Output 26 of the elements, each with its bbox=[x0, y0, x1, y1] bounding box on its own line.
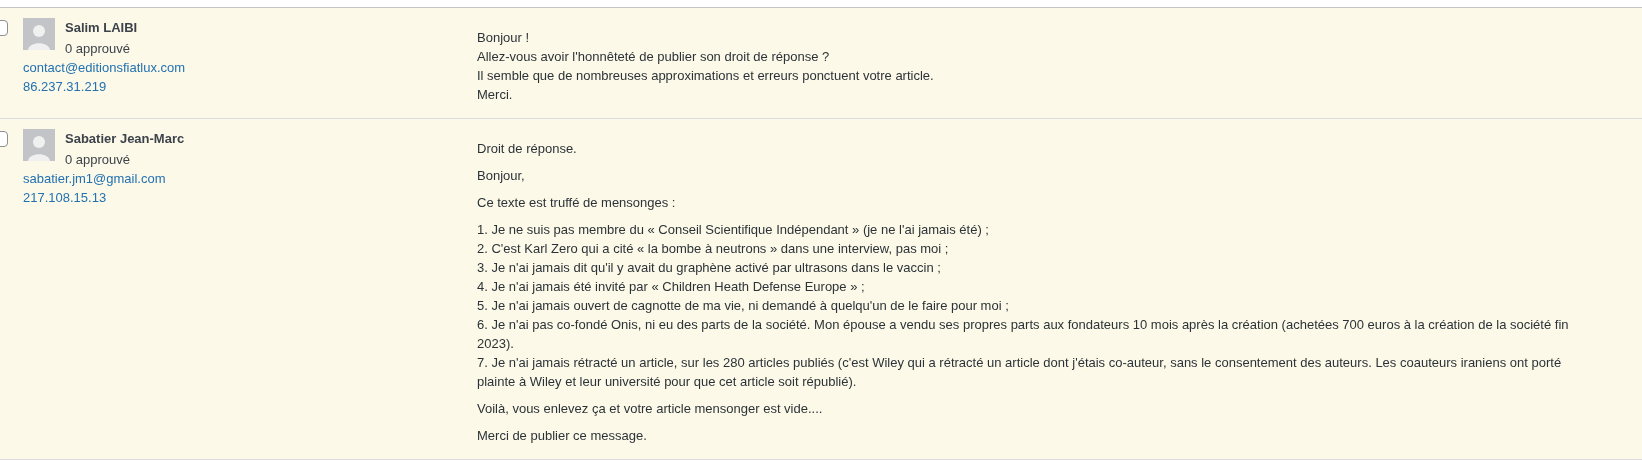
comment-text: 5. Je n'ai jamais ouvert de cagnotte de ma vie, ni demandé à quelqu'un de le faire pour moi ; bbox=[477, 297, 1009, 315]
approved-count: 0 approuvé bbox=[65, 151, 132, 169]
comment-text: Merci de publier ce message. bbox=[477, 427, 647, 445]
author-ip-link[interactable]: 217.108.15.13 bbox=[23, 188, 107, 207]
approved-count: 0 approuvé bbox=[65, 40, 132, 58]
comment-text: Allez-vous avoir l'honnêteté de publier son droit de réponse ? bbox=[477, 48, 830, 66]
comment-text: Bonjour ! bbox=[477, 29, 530, 47]
author-ip-link[interactable]: 86.237.31.219 bbox=[23, 77, 107, 96]
comment-text: 7. Je n'ai jamais rétracté un article, sur les 280 articles publiés (c'est Wiley qui a rétracté un article dont j'étais co-auteur, sans le consentement des auteurs. Les coauteurs iraniens ont porté plainte à Wiley et leur université pour que cet article soit républié). bbox=[477, 354, 1563, 391]
comment-text: 3. Je n'ai jamais dit qu'il y avait du graphène activé par ultrasons dans le vaccin ; bbox=[477, 259, 941, 277]
comment-text: Il semble que de nombreuses approximations et erreurs ponctuent votre article. bbox=[477, 67, 934, 85]
comment-text: 2. C'est Karl Zero qui a cité « la bombe à neutrons » dans une interview, pas moi ; bbox=[477, 240, 949, 258]
comment-text: 1. Je ne suis pas membre du « Conseil Scientifique Indépendant » (je ne l'ai jamais été) ; bbox=[477, 221, 989, 239]
comment-text: Droit de réponse. bbox=[477, 140, 577, 158]
author-name: Salim LAIBI bbox=[65, 19, 138, 37]
comment-text: 6. Je n'ai pas co-fondé Onis, ni eu des parts de la société. Mon épouse a vendu ses propres parts aux fondateurs 10 mois après la création (achetées 700 euros à la création de la société fin 2023). bbox=[477, 316, 1570, 353]
comment-text: Merci. bbox=[477, 86, 513, 104]
comment-text: Bonjour, bbox=[477, 167, 525, 185]
author-email-link[interactable]: sabatier.jm1@gmail.com bbox=[23, 170, 166, 188]
author-name: Sabatier Jean-Marc bbox=[65, 130, 185, 148]
comment-text: Voilà, vous enlevez ça et votre article mensonger est vide.... bbox=[477, 400, 823, 418]
avatar-icon bbox=[23, 18, 55, 50]
comment-text: Ce texte est truffé de mensonges : bbox=[477, 194, 676, 212]
avatar-icon bbox=[23, 129, 55, 161]
comment-text: 4. Je n'ai jamais été invité par « Children Heath Defense Europe » ; bbox=[477, 278, 865, 296]
author-email-link[interactable]: contact@editionsfiatlux.com bbox=[23, 59, 186, 77]
